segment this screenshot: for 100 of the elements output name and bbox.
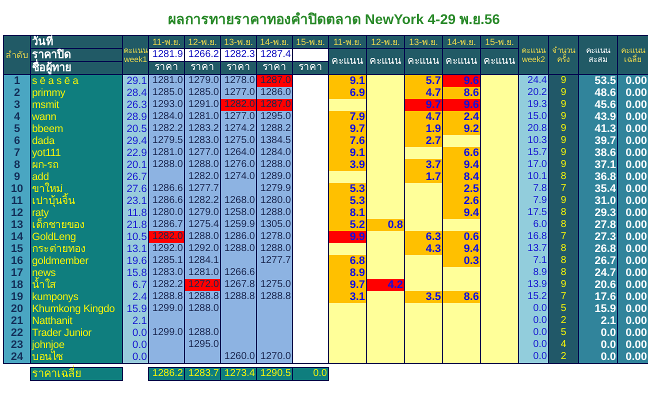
price-cell: 1299.0 <box>148 303 184 315</box>
price-cell: 1274.2 <box>220 123 256 135</box>
player-name-cell: goldmember <box>30 255 122 267</box>
table-cell: 2 <box>548 351 578 364</box>
player-name-cell: primmy <box>30 87 122 99</box>
total-cell: 31.0 <box>578 195 618 207</box>
price-cell: 1280.0 <box>256 195 292 207</box>
score-cell: 4.2 <box>366 279 404 291</box>
price-cell: 1288.0 <box>148 159 184 171</box>
average-cell: 0.00 <box>618 303 648 315</box>
average-cell: 0.00 <box>618 279 648 291</box>
price-cell: 1283.2 <box>184 123 220 135</box>
table-cell: 17.5 <box>518 207 548 219</box>
table-cell: 8 <box>548 255 578 267</box>
price-cell: 1292.0 <box>184 243 220 255</box>
column-header: 14-พ.ย. <box>256 36 292 48</box>
price-cell: 1268.0 <box>220 195 256 207</box>
score-cell: 9.7 <box>404 99 442 111</box>
score-cell: 3.5 <box>404 291 442 303</box>
closing-price-cell: 1287.4 <box>256 48 292 62</box>
table-cell: 0.0 <box>122 327 148 339</box>
price-cell: 1288.8 <box>256 291 292 303</box>
table-cell: 15.9 <box>122 303 148 315</box>
score-cell: 4.7 <box>404 111 442 123</box>
column-header: 12-พ.ย. <box>184 36 220 48</box>
table-cell: 15.2 <box>518 291 548 303</box>
table-cell: 20.5 <box>122 123 148 135</box>
rank-cell: 14 <box>4 231 30 243</box>
average-cell: 0.00 <box>618 255 648 267</box>
price-cell: 1284.0 <box>256 147 292 159</box>
average-cell: 0.00 <box>618 147 648 159</box>
table-cell: 20.8 <box>518 123 548 135</box>
price-cell: 1286.6 <box>148 183 184 195</box>
price-cell: 1277.0 <box>184 147 220 159</box>
price-cell: 1288.0 <box>184 327 220 339</box>
price-cell: 1288.0 <box>220 243 256 255</box>
average-cell: 0.00 <box>618 351 648 364</box>
column-header: คะแนน <box>404 48 442 74</box>
score-cell: 9.2 <box>442 123 480 135</box>
table-cell: 0.0 <box>518 327 548 339</box>
price-cell: 1282.0 <box>148 231 184 243</box>
price-cell: 1285.0 <box>148 87 184 99</box>
total-cell: 26.8 <box>578 243 618 255</box>
price-cell: 1282.0 <box>184 171 220 183</box>
average-cell: 0.00 <box>618 111 648 123</box>
score-cell: 9.7 <box>328 123 366 135</box>
rank-cell: 5 <box>4 123 30 135</box>
price-cell: 1275.4 <box>184 219 220 231</box>
total-cell: 43.9 <box>578 111 618 123</box>
total-cell: 0.0 <box>578 339 618 351</box>
score-cell: 2.6 <box>442 195 480 207</box>
column-header: 11-พ.ย. <box>148 36 184 48</box>
player-name-cell: kumponys <box>30 291 122 303</box>
price-cell: 1277.0 <box>220 87 256 99</box>
column-header: ราคา <box>184 62 220 74</box>
table-cell: 13.1 <box>122 243 148 255</box>
score-cell: 3.9 <box>328 159 366 171</box>
price-cell: 1288.0 <box>184 303 220 315</box>
table-cell: 27.6 <box>122 183 148 195</box>
table-cell: 19.3 <box>518 99 548 111</box>
player-name-cell: กระต่ายทอง <box>30 243 122 255</box>
average-cell: 0.00 <box>618 123 648 135</box>
table-cell: 8.9 <box>518 267 548 279</box>
total-cell: 2.1 <box>578 315 618 327</box>
price-cell: 1266.6 <box>220 267 256 279</box>
row-header: ชื่อผู้ทาย <box>30 62 122 74</box>
column-header: 13-พ.ย. <box>220 36 256 48</box>
player-name-cell: เด็กชายของ <box>30 219 122 231</box>
table-cell: 9 <box>548 123 578 135</box>
score-cell: 6.9 <box>328 87 366 99</box>
average-cell: 0.00 <box>618 207 648 219</box>
table-cell: 20.2 <box>518 87 548 99</box>
table-cell: 15.7 <box>518 147 548 159</box>
table-cell: 7 <box>548 183 578 195</box>
average-cell: 0.00 <box>618 291 648 303</box>
price-cell: 1287.0 <box>256 99 292 111</box>
table-cell: 16.8 <box>518 231 548 243</box>
average-price-cell: 1286.2 <box>148 368 184 380</box>
closing-price-cell: 1281.9 <box>148 48 184 62</box>
score-cell: 9.4 <box>442 243 480 255</box>
rank-cell: 24 <box>4 351 30 364</box>
price-cell: 1264.0 <box>220 147 256 159</box>
table-cell: 7.8 <box>518 183 548 195</box>
table-cell: 9 <box>548 279 578 291</box>
column-header: ราคา <box>256 62 292 74</box>
table-cell: 8 <box>548 243 578 255</box>
player-name-cell: ผก-รถ <box>30 159 122 171</box>
price-cell: 1278.0 <box>256 231 292 243</box>
player-name-cell: Natthanit <box>30 315 122 327</box>
score-cell: 2.4 <box>442 111 480 123</box>
table-cell: 8 <box>548 171 578 183</box>
price-cell: 1281.0 <box>148 147 184 159</box>
player-name-cell: johnjoe <box>30 339 122 351</box>
table-cell: 6.7 <box>122 279 148 291</box>
total-cell: 35.4 <box>578 183 618 195</box>
total-cell: 17.6 <box>578 291 618 303</box>
rank-cell: 15 <box>4 243 30 255</box>
average-cell: 0.00 <box>618 195 648 207</box>
price-cell: 1279.5 <box>148 135 184 147</box>
average-cell: 0.00 <box>618 183 648 195</box>
